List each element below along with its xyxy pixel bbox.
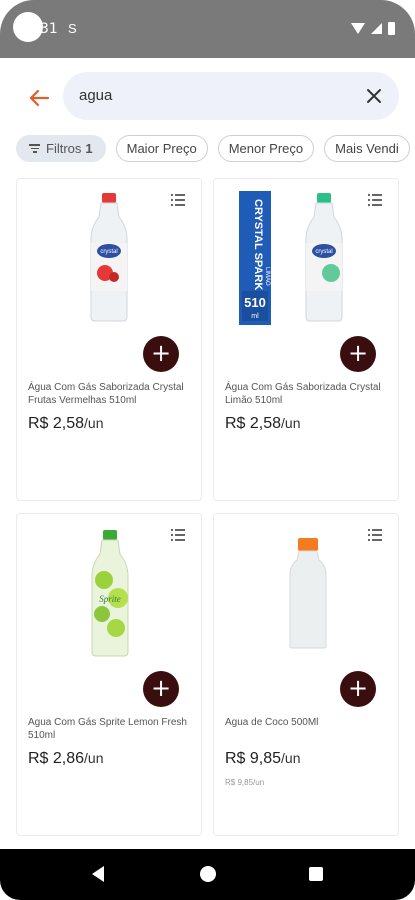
add-to-list-icon[interactable] [171,194,185,206]
nav-recent-icon[interactable] [309,867,323,881]
status-icons [351,22,395,35]
product-name: Água Com Gás Saborizada Crystal Frutas V… [28,382,184,406]
add-to-cart-button[interactable]: + [340,336,376,372]
navigation-bar [0,849,415,900]
product-card[interactable]: crystal + Água Com Gás Saborizada Crysta… [16,178,202,501]
back-button[interactable] [26,85,52,111]
signal-icon [371,23,382,34]
product-name: Agua de Coco 500Ml [225,717,319,728]
add-to-cart-button[interactable]: + [340,671,376,707]
wifi-icon [351,23,365,34]
filter-chips: Filtros 1 Maior Preço Menor Preço Mais V… [16,135,410,162]
product-image: Sprite [91,530,129,657]
product-price: R$ 9,85/un [225,750,301,767]
camera-cutout [13,12,43,42]
svg-text:510: 510 [244,295,266,310]
svg-text:LIMÃO: LIMÃO [264,267,271,286]
product-image: CRYSTAL SPARKLING LIMÃO 510 ml crystal [239,191,343,325]
svg-text:crystal: crystal [315,249,332,255]
product-image [289,538,327,649]
product-card[interactable]: + Agua de Coco 500Ml R$ 9,85/un R$ 9,85/… [213,513,399,836]
filters-count: 1 [85,141,93,156]
product-name: Água Com Gás Saborizada Crystal Limão 51… [225,382,381,406]
product-price: R$ 2,58/un [225,415,301,432]
status-notification-icon: S [68,21,77,36]
filters-chip[interactable]: Filtros 1 [16,135,106,162]
chip-menor-preco[interactable]: Menor Preço [217,135,315,162]
product-price: R$ 2,86/un [28,750,104,767]
product-card[interactable]: CRYSTAL SPARKLING LIMÃO 510 ml crystal +… [213,178,399,501]
svg-text:crystal: crystal [100,249,117,255]
chip-maior-preco[interactable]: Maior Preço [115,135,208,162]
search-input[interactable]: agua [63,72,399,120]
add-to-cart-button[interactable]: + [143,336,179,372]
add-to-list-icon[interactable] [368,529,382,541]
product-image: crystal [90,193,128,322]
product-card[interactable]: Sprite + Agua Com Gás Sprite Lemon Fresh… [16,513,202,836]
add-to-cart-button[interactable]: + [143,671,179,707]
filters-label: Filtros [46,141,82,156]
status-bar: 31 S [0,0,415,58]
filter-icon [29,144,40,153]
status-time: 31 [40,21,58,37]
svg-text:Sprite: Sprite [99,594,121,604]
battery-icon [388,22,395,35]
nav-home-icon[interactable] [200,866,216,882]
arrow-left-icon [29,89,50,107]
product-name: Agua Com Gás Sprite Lemon Fresh 510ml [28,717,187,741]
chip-mais-vendidos[interactable]: Mais Vendi [324,135,410,162]
svg-text:ml: ml [251,313,259,320]
close-icon[interactable] [363,85,385,107]
search-query[interactable]: agua [79,87,112,104]
add-to-list-icon[interactable] [368,194,382,206]
product-price: R$ 2,58/un [28,415,104,432]
product-subprice: R$ 9,85/un [225,778,265,787]
add-to-list-icon[interactable] [171,529,185,541]
nav-back-icon[interactable] [92,866,104,882]
